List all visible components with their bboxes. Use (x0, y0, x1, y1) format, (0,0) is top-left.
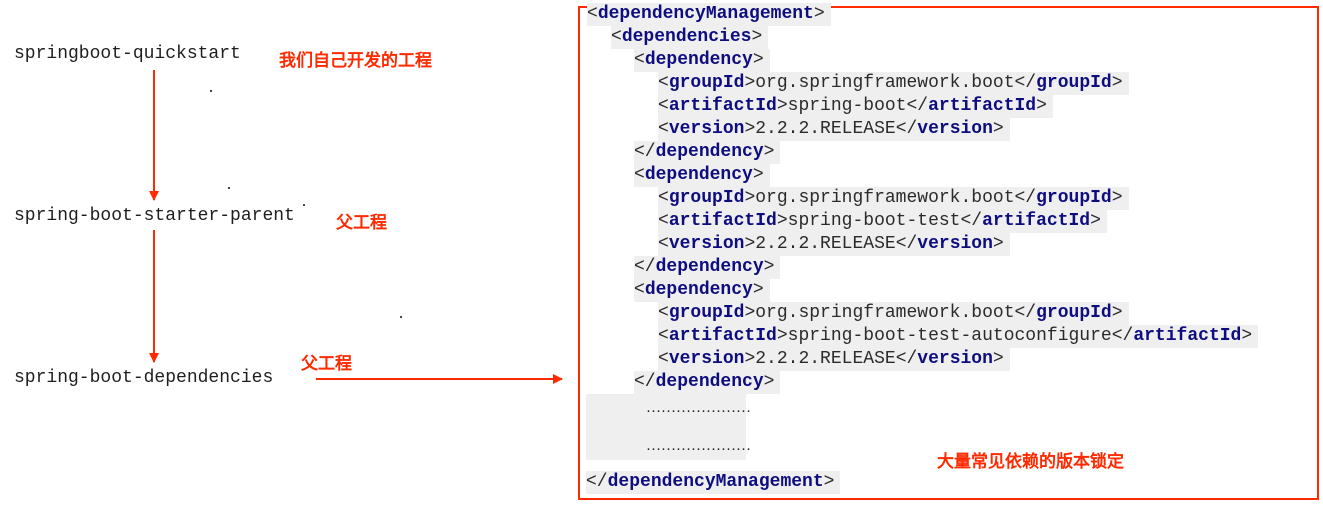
xml-groupid-line: <groupId>org.springframework.boot</group… (658, 302, 1129, 325)
xml-artifactid-line: <artifactId>spring-boot-test</artifactId… (658, 210, 1107, 233)
ellipsis-line: ………………… (646, 400, 751, 416)
xml-dm-close: </dependencyManagement> (586, 471, 841, 494)
version-lock-annotation: 大量常见依赖的版本锁定 (937, 452, 1124, 472)
xml-dependency-close: </dependency> (634, 371, 781, 394)
xml-version-line: <version>2.2.2.RELEASE</version> (658, 118, 1010, 141)
xml-dependency-open: <dependency> (634, 279, 770, 302)
xml-version-line: <version>2.2.2.RELEASE</version> (658, 233, 1010, 256)
xml-dependency-close: </dependency> (634, 256, 781, 279)
xml-artifactid-line: <artifactId>spring-boot-test-autoconfigu… (658, 325, 1259, 348)
ellipsis-line: ………………… (646, 438, 751, 454)
xml-dependency-open: <dependency> (634, 164, 770, 187)
xml-groupid-line: <groupId>org.springframework.boot</group… (658, 187, 1129, 210)
xml-version-line: <version>2.2.2.RELEASE</version> (658, 348, 1010, 371)
xml-dm-open: <dependencyManagement> (587, 3, 831, 26)
xml-deps-open: <dependencies> (611, 26, 769, 49)
xml-artifactid-line: <artifactId>spring-boot</artifactId> (658, 95, 1053, 118)
xml-dependency-open: <dependency> (634, 49, 770, 72)
xml-groupid-line: <groupId>org.springframework.boot</group… (658, 72, 1129, 95)
xml-dependency-close: </dependency> (634, 141, 781, 164)
